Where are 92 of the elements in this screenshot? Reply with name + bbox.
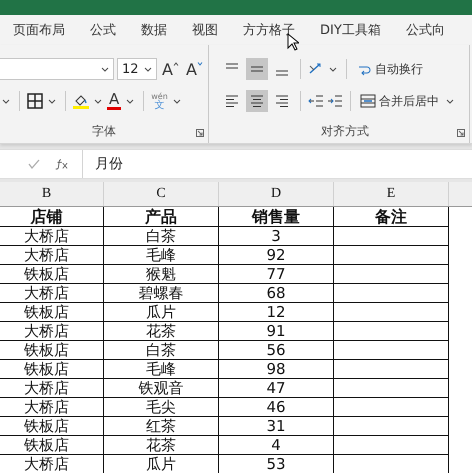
table-header-cell: 产品 (104, 207, 219, 227)
column-header[interactable]: B (0, 182, 104, 206)
caret-icon[interactable] (48, 98, 56, 104)
ribbon-tab[interactable]: 公式向 (400, 17, 450, 43)
align-lines-icon (226, 64, 238, 68)
align-middle-button[interactable] (246, 58, 268, 80)
align-lines-icon (276, 70, 288, 76)
table-cell: 68 (219, 284, 334, 303)
table-cell: 铁板店 (0, 303, 104, 322)
caret-icon[interactable] (2, 98, 10, 104)
table-cell: 瓜片 (104, 455, 219, 473)
table-cell: 毛峰 (104, 246, 219, 265)
table-header-cell: 店铺 (0, 207, 104, 227)
table-cell: 白茶 (104, 341, 219, 360)
caret-icon (144, 66, 152, 72)
table-cell: 毛尖 (104, 398, 219, 417)
table-cell: 白茶 (104, 227, 219, 246)
merge-cells-icon (360, 93, 376, 109)
ribbon-tab[interactable]: DIY工具箱 (315, 17, 386, 43)
column-header[interactable]: C (104, 182, 219, 206)
ribbon-tab[interactable]: 公式 (85, 17, 121, 43)
merge-center-button[interactable]: 合并后居中 (358, 92, 441, 110)
table-cell: 77 (219, 265, 334, 284)
table-cell: 46 (219, 398, 334, 417)
table-cell: 铁板店 (0, 360, 104, 379)
caret-icon[interactable] (94, 98, 102, 104)
decrease-indent-icon[interactable] (308, 93, 324, 109)
table-cell: 铁观音 (104, 379, 219, 398)
table-cell: 91 (219, 322, 334, 341)
table-cell: 大桥店 (0, 246, 104, 265)
table-cell: 花茶 (104, 322, 219, 341)
align-lines-icon (224, 93, 240, 109)
increase-indent-icon[interactable] (327, 93, 343, 109)
table-cell: 56 (219, 341, 334, 360)
font-color-button[interactable]: A (107, 92, 122, 110)
dialog-launcher-icon[interactable] (457, 129, 465, 137)
table-cell: 47 (219, 379, 334, 398)
table-cell: 碧螺春 (104, 284, 219, 303)
caret-down-icon (196, 62, 203, 66)
caret-icon[interactable] (126, 98, 134, 104)
table-cell: 瓜片 (104, 303, 219, 322)
ribbon-tab[interactable]: 视图 (187, 17, 223, 43)
table-cell: 92 (219, 246, 334, 265)
borders-icon[interactable] (27, 93, 43, 109)
table-header-cell: 备注 (334, 207, 449, 227)
align-lines-icon (249, 93, 265, 109)
table-cell: 大桥店 (0, 322, 104, 341)
table-cell: 花茶 (104, 436, 219, 455)
table-cell: 铁板店 (0, 417, 104, 436)
caret-icon[interactable] (172, 98, 181, 104)
ribbon-tab[interactable]: 数据 (136, 17, 172, 43)
increase-font-button[interactable]: A (160, 60, 181, 78)
table-cell: 铁板店 (0, 436, 104, 455)
table-cell: 红茶 (104, 417, 219, 436)
align-lines-icon (274, 93, 290, 109)
caret-icon[interactable] (446, 98, 454, 104)
caret-icon (101, 66, 109, 72)
table-cell: 猴魁 (104, 265, 219, 284)
insert-function-icon[interactable] (54, 158, 68, 170)
font-size-field[interactable]: 12 (117, 58, 157, 80)
caret-up-icon (172, 62, 179, 66)
group-label: 字体 (92, 122, 116, 140)
column-header[interactable]: E (334, 182, 449, 206)
table-cell: 毛峰 (104, 360, 219, 379)
table-cell: 大桥店 (0, 455, 104, 473)
align-center-button[interactable] (246, 90, 268, 112)
wrap-text-button[interactable]: 自动换行 (354, 60, 425, 78)
table-cell: 大桥店 (0, 379, 104, 398)
table-cell: 31 (219, 417, 334, 436)
table-cell: 53 (219, 455, 334, 473)
phonetic-button[interactable]: wén 文 (151, 92, 168, 110)
table-header-cell: 销售量 (219, 207, 334, 227)
table-cell: 4 (219, 436, 334, 455)
ribbon-tab[interactable]: 页面布局 (8, 17, 70, 43)
table-cell: 铁板店 (0, 265, 104, 284)
decrease-font-button[interactable]: A (184, 60, 205, 78)
table-cell: 98 (219, 360, 334, 379)
table-cell: 大桥店 (0, 227, 104, 246)
table-cell: 大桥店 (0, 284, 104, 303)
caret-icon[interactable] (329, 66, 337, 72)
enter-check-icon[interactable] (28, 158, 40, 170)
table-cell: 铁板店 (0, 341, 104, 360)
fill-color-icon[interactable] (73, 93, 89, 109)
group-label: 对齐方式 (321, 122, 369, 140)
table-cell: 3 (219, 227, 334, 246)
ribbon-tab[interactable]: 方方格子 (238, 17, 300, 43)
align-lines-icon (250, 66, 264, 72)
table-cell: 大桥店 (0, 398, 104, 417)
table-cell: 12 (219, 303, 334, 322)
column-header[interactable]: D (219, 182, 334, 206)
font-name-field[interactable] (0, 58, 114, 80)
dialog-launcher-icon[interactable] (196, 129, 204, 137)
